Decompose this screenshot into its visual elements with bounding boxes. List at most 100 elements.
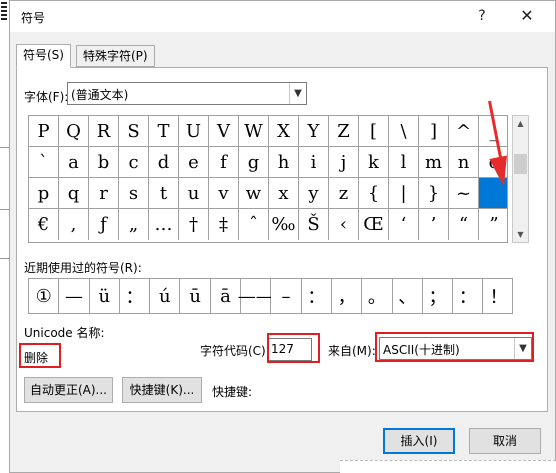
- symbol-cell[interactable]: |: [389, 178, 419, 209]
- symbol-cell[interactable]: Š: [299, 209, 329, 240]
- recent-symbol-cell[interactable]: 。: [362, 279, 393, 313]
- symbol-cell[interactable]: f: [209, 147, 239, 178]
- symbol-cell[interactable]: p: [29, 178, 59, 209]
- from-dropdown[interactable]: ASCII(十进制) ▼: [379, 337, 532, 360]
- symbol-cell[interactable]: U: [179, 116, 209, 147]
- symbol-cell[interactable]: X: [269, 116, 299, 147]
- recent-symbol-cell[interactable]: ā: [210, 279, 242, 313]
- recent-symbol-cell[interactable]: ：: [301, 279, 332, 313]
- symbol-cell[interactable]: €: [29, 209, 59, 240]
- symbol-cell[interactable]: n: [449, 147, 479, 178]
- symbol-cell[interactable]: u: [179, 178, 209, 209]
- symbol-cell[interactable]: V: [209, 116, 239, 147]
- symbol-cell[interactable]: h: [269, 147, 299, 178]
- recent-symbol-cell[interactable]: ú: [150, 279, 181, 313]
- recent-symbol-cell[interactable]: ——: [238, 279, 274, 313]
- symbol-cell[interactable]: ‘: [389, 209, 419, 240]
- symbol-cell[interactable]: m: [419, 147, 449, 178]
- symbol-cell[interactable]: ˆ: [239, 209, 269, 240]
- symbol-cell[interactable]: P: [29, 116, 59, 147]
- symbol-cell[interactable]: j: [329, 147, 359, 178]
- recent-symbol-cell[interactable]: —: [59, 279, 90, 313]
- symbol-cell[interactable]: b: [89, 147, 119, 178]
- symbol-cell[interactable]: v: [209, 178, 239, 209]
- chevron-down-icon[interactable]: ▼: [289, 83, 306, 104]
- symbol-cell[interactable]: R: [89, 116, 119, 147]
- symbol-cell[interactable]: \: [389, 116, 419, 147]
- symbol-cell[interactable]: †: [179, 209, 209, 240]
- symbol-cell[interactable]: a: [59, 147, 89, 178]
- close-icon[interactable]: ✕: [515, 5, 539, 27]
- scroll-thumb[interactable]: [514, 154, 527, 174]
- shortcut-key-button[interactable]: 快捷键(K)...: [122, 377, 202, 403]
- symbol-cell[interactable]: x: [269, 178, 299, 209]
- tab-special-characters[interactable]: 特殊字符(P): [76, 45, 155, 67]
- unicode-name-value: 删除: [24, 351, 49, 365]
- symbol-cell[interactable]: g: [239, 147, 269, 178]
- symbol-cell[interactable]: t: [149, 178, 179, 209]
- symbol-cell[interactable]: Q: [59, 116, 89, 147]
- symbol-cell[interactable]: d: [149, 147, 179, 178]
- recent-symbol-cell[interactable]: ：: [119, 279, 151, 313]
- recent-symbol-cell[interactable]: ，: [331, 279, 363, 313]
- recent-symbol-cell[interactable]: –: [271, 279, 302, 313]
- char-code-input[interactable]: 127: [267, 338, 312, 361]
- symbol-cell[interactable]: ^: [449, 116, 479, 147]
- recent-symbol-cell[interactable]: ①: [29, 279, 60, 313]
- recent-symbol-cell[interactable]: ；: [422, 279, 454, 313]
- background-window-edge: [0, 0, 9, 473]
- symbol-cell[interactable]: ‰: [269, 209, 299, 240]
- insert-button[interactable]: 插入(I): [383, 428, 455, 454]
- recent-symbol-cell[interactable]: ü: [89, 279, 120, 313]
- symbol-cell[interactable]: …: [149, 209, 179, 240]
- symbol-cell[interactable]: W: [239, 116, 269, 147]
- tab-symbols[interactable]: 符号(S): [16, 44, 71, 68]
- symbol-cell[interactable]: S: [119, 116, 149, 147]
- recent-symbol-cell[interactable]: ：: [453, 279, 484, 313]
- symbol-cell[interactable]: ,: [59, 209, 89, 240]
- symbol-cell[interactable]: ‡: [209, 209, 239, 240]
- char-code-value: 127: [271, 342, 294, 356]
- symbol-cell[interactable]: y: [299, 178, 329, 209]
- symbol-cell[interactable]: i: [299, 147, 329, 178]
- symbol-cell[interactable]: Œ: [359, 209, 389, 240]
- symbol-cell[interactable]: Y: [299, 116, 329, 147]
- symbol-cell[interactable]: e: [179, 147, 209, 178]
- symbol-cell[interactable]: “: [449, 209, 479, 240]
- symbol-cell[interactable]: z: [329, 178, 359, 209]
- font-dropdown[interactable]: (普通文本) ▼: [67, 82, 307, 105]
- recent-symbol-cell[interactable]: ū: [180, 279, 211, 313]
- symbol-cell[interactable]: l: [389, 147, 419, 178]
- recent-symbol-cell[interactable]: 、: [392, 279, 423, 313]
- symbol-cell[interactable]: s: [119, 178, 149, 209]
- symbol-cell[interactable]: T: [149, 116, 179, 147]
- symbol-cell[interactable]: c: [119, 147, 149, 178]
- symbol-cell[interactable]: }: [419, 178, 449, 209]
- symbol-cell[interactable]: {: [359, 178, 389, 209]
- chevron-down-icon[interactable]: ▼: [514, 338, 531, 359]
- symbol-cell[interactable]: k: [359, 147, 389, 178]
- symbol-cell[interactable]: ‹: [329, 209, 359, 240]
- symbol-cell[interactable]: ”: [479, 209, 507, 240]
- recent-symbol-cell[interactable]: ！: [483, 279, 512, 313]
- symbol-cell[interactable]: ’: [419, 209, 449, 240]
- symbol-cell[interactable]: ]: [419, 116, 449, 147]
- symbol-cell[interactable]: q: [59, 178, 89, 209]
- dialog-title: 符号: [21, 11, 46, 25]
- symbol-cell[interactable]: ƒ: [89, 209, 119, 240]
- symbol-cell[interactable]: w: [239, 178, 269, 209]
- symbol-dialog: 符号 ? ✕ 符号(S) 特殊字符(P) 字体(F): (普通文本) ▼ PQR…: [9, 0, 556, 473]
- symbol-cell[interactable]: ~: [449, 178, 479, 209]
- symbol-cell[interactable]: [: [359, 116, 389, 147]
- unicode-name-label: Unicode 名称:: [24, 326, 105, 340]
- symbol-cell[interactable]: r: [89, 178, 119, 209]
- symbol-cell[interactable]: Z: [329, 116, 359, 147]
- symbol-cell[interactable]: `: [29, 147, 59, 178]
- cancel-button[interactable]: 取消: [469, 428, 541, 454]
- symbol-cell[interactable]: „: [119, 209, 149, 240]
- scroll-down-icon[interactable]: ▼: [513, 227, 528, 242]
- help-icon[interactable]: ?: [472, 5, 492, 27]
- autocorrect-button[interactable]: 自动更正(A)...: [24, 377, 113, 403]
- symbol-scrollbar[interactable]: ▲ ▼: [512, 115, 529, 243]
- scroll-up-icon[interactable]: ▲: [513, 116, 528, 131]
